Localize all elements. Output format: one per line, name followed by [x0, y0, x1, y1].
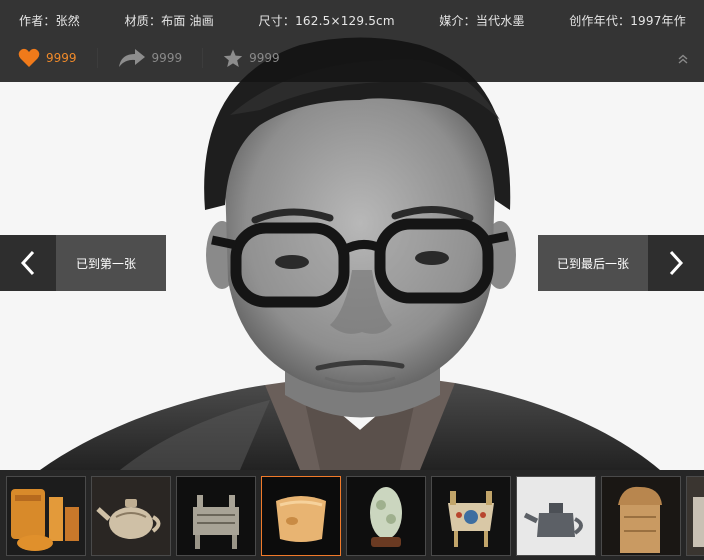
- artwork-info-bar: 作者：张然 材质：布面 油画 尺寸：162.5×129.5cm 媒介：当代水墨 …: [0, 0, 704, 82]
- action-divider: [202, 48, 204, 68]
- favorite-button[interactable]: 9999: [223, 40, 280, 76]
- thumb-carved-seal[interactable]: [601, 476, 681, 556]
- action-divider: [96, 48, 98, 68]
- size-text: 尺寸：162.5×129.5cm: [258, 13, 395, 28]
- thumb-seal-stones[interactable]: [6, 476, 86, 556]
- medium-text: 媒介：当代水墨: [439, 13, 525, 28]
- thumb-bronze-ding[interactable]: [176, 476, 256, 556]
- thumb-cloisonne-censer[interactable]: [431, 476, 511, 556]
- material-text: 材质：布面 油画: [124, 13, 214, 28]
- star-icon[interactable]: [223, 49, 243, 68]
- next-image-button[interactable]: 已到最后一张: [538, 235, 704, 291]
- thumb-jade-carving[interactable]: [346, 476, 426, 556]
- thumb-yellow-seal[interactable]: [261, 476, 341, 556]
- like-count: 9999: [46, 51, 77, 65]
- heart-icon[interactable]: [18, 48, 40, 68]
- author-text: 作者：张然: [19, 13, 81, 28]
- artwork-meta-row: 作者：张然 材质：布面 油画 尺寸：162.5×129.5cm 媒介：当代水墨 …: [0, 0, 704, 40]
- collapse-info-button[interactable]: [676, 51, 690, 65]
- action-row: 9999 9999 9999: [0, 40, 704, 76]
- prev-image-button[interactable]: 已到第一张: [0, 235, 166, 291]
- share-count: 9999: [151, 51, 183, 65]
- next-image-label[interactable]: 已到最后一张: [538, 235, 648, 291]
- thumb-teapot[interactable]: [91, 476, 171, 556]
- year-text: 创作年代：1997年作: [569, 13, 686, 28]
- thumb-dark-teapot[interactable]: [516, 476, 596, 556]
- thumb-partial[interactable]: [686, 476, 704, 556]
- thumbnail-strip: [0, 470, 704, 560]
- favorite-count: 9999: [249, 51, 280, 65]
- like-button[interactable]: 9999: [18, 40, 77, 76]
- share-arrow-icon[interactable]: [118, 48, 146, 68]
- chevron-left-icon[interactable]: [0, 235, 56, 291]
- share-button[interactable]: 9999: [118, 40, 183, 76]
- chevron-right-icon[interactable]: [648, 235, 704, 291]
- double-chevron-up-icon[interactable]: [676, 52, 690, 66]
- prev-image-label[interactable]: 已到第一张: [56, 235, 166, 291]
